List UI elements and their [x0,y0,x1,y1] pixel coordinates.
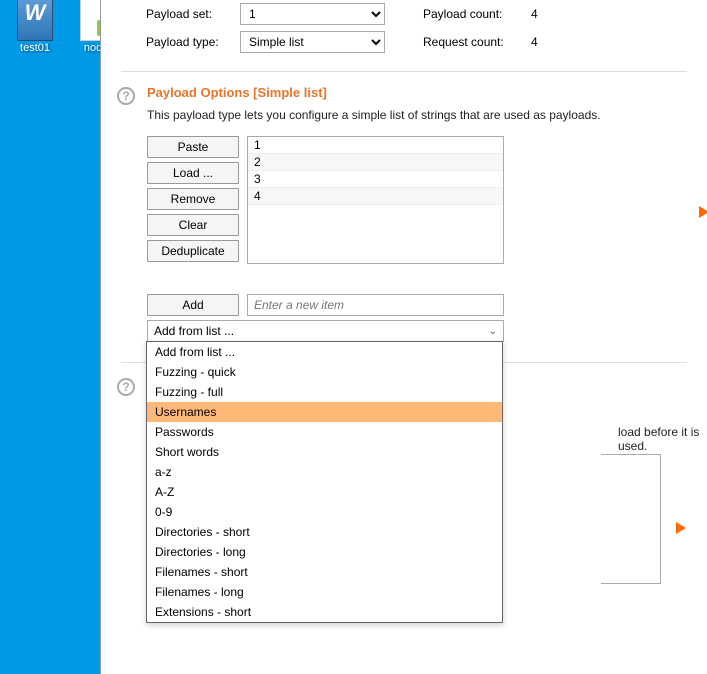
processing-desc-tail: load before it is used. [618,425,707,453]
dropdown-option[interactable]: Filenames - long [147,582,502,602]
request-count-value: 4 [531,35,538,49]
load-button[interactable]: Load ... [147,162,239,184]
watermark: @51CTO博客 [616,649,697,668]
dropdown-option[interactable]: A-Z [147,482,502,502]
payload-type-select[interactable]: Simple list [240,31,385,53]
help-icon[interactable]: ? [117,378,135,396]
request-count-label: Request count: [423,35,523,49]
app-window: Payload set: 1 Payload count: 4 Payload … [100,0,707,674]
chevron-down-icon: ⌄ [489,326,497,337]
dropdown-option[interactable]: a-z [147,462,502,482]
dropdown-option[interactable]: Extensions - short [147,602,502,622]
payload-count-label: Payload count: [423,7,523,21]
add-button[interactable]: Add [147,294,239,316]
payload-set-label: Payload set: [146,7,232,21]
desktop-icon-label: test01 [5,42,65,54]
dropdown-option[interactable]: Directories - short [147,522,502,542]
clear-button[interactable]: Clear [147,214,239,236]
payload-listbox[interactable]: 1 2 3 4 [247,136,504,264]
payload-count-value: 4 [531,7,538,21]
arrow-icon [676,522,686,534]
paste-button[interactable]: Paste [147,136,239,158]
dropdown-option[interactable]: Passwords [147,422,502,442]
rules-listbox-edge [601,454,661,584]
dropdown-option[interactable]: Usernames [147,402,502,422]
payload-type-label: Payload type: [146,35,232,49]
list-item[interactable]: 1 [248,137,503,154]
dropdown-list[interactable]: Add from list ...Fuzzing - quickFuzzing … [147,342,502,622]
dropdown-option[interactable]: Add from list ... [147,342,502,362]
combo-value: Add from list ... [154,324,234,338]
list-item[interactable]: 4 [248,188,503,205]
payload-set-select[interactable]: 1 [240,3,385,25]
new-item-input[interactable] [247,294,504,316]
add-from-list-dropdown: Add from list ...Fuzzing - quickFuzzing … [146,341,503,623]
list-item[interactable]: 2 [248,154,503,171]
list-item[interactable]: 3 [248,171,503,188]
deduplicate-button[interactable]: Deduplicate [147,240,239,262]
add-from-list-combo[interactable]: Add from list ... ⌄ [147,320,504,342]
dropdown-option[interactable]: Fuzzing - quick [147,362,502,382]
word-icon: W [17,0,53,41]
remove-button[interactable]: Remove [147,188,239,210]
divider [121,71,687,72]
desktop-icon-test01[interactable]: W test01 [5,0,65,54]
dropdown-option[interactable]: Directories - long [147,542,502,562]
dropdown-option[interactable]: Filenames - short [147,562,502,582]
dropdown-option[interactable]: Fuzzing - full [147,382,502,402]
help-icon[interactable]: ? [117,87,135,105]
dropdown-option[interactable]: 0-9 [147,502,502,522]
section-title-payload-options: Payload Options [Simple list] [147,85,687,100]
dropdown-option[interactable]: Short words [147,442,502,462]
section-desc: This payload type lets you configure a s… [147,108,687,122]
arrow-icon [699,206,707,218]
